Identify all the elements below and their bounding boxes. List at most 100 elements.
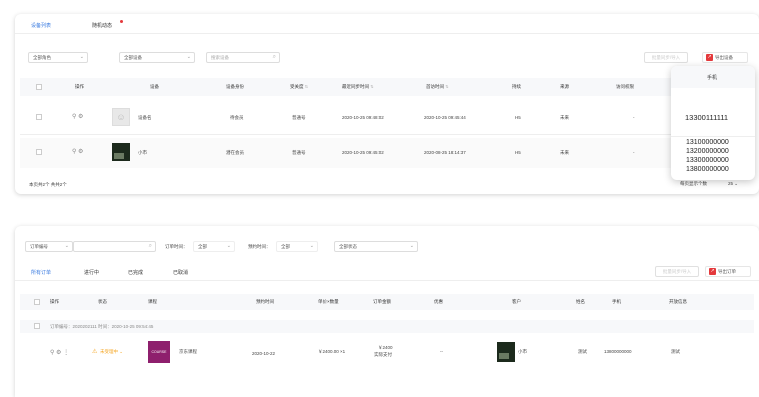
device-duration: H5 (515, 150, 521, 155)
order-group-info: 订单编号：2020202111 时间：2020-10-25 09:54:45 (50, 324, 154, 329)
order-table-header: 操作 状态 课程 预约时间 单价×数量 订单金额 优惠 客户 姓名 手机 开放信… (20, 294, 754, 310)
device-first-visit: 2020-08-25 18:14:37 (424, 150, 466, 155)
course-thumbnail: COURSE (148, 341, 170, 363)
role-filter-select[interactable]: 全部角色 ⌄ (28, 52, 88, 63)
table-footer-count: 本页共2个 共共2个 (29, 182, 67, 187)
row-divider (20, 134, 754, 135)
popup-divider (671, 136, 755, 137)
export-orders-label: 导出订单 (718, 269, 736, 274)
device-filter-select[interactable]: 全部设备 ⌄ (119, 52, 195, 63)
tab-random-activity[interactable]: 随机动态 (92, 22, 112, 29)
export-devices-label: 导出设备 (715, 55, 733, 60)
order-group-row: 订单编号：2020202111 时间：2020-10-25 09:54:45 (20, 320, 754, 333)
group-checkbox[interactable] (34, 323, 40, 329)
order-amount: ￥2400 (378, 345, 393, 350)
customer-avatar (497, 342, 515, 362)
col-actions: 操作 (75, 84, 84, 89)
col-last-sync: 最近同步时间 ⇅ (342, 78, 374, 96)
pay-time-label: 预约时间： (248, 244, 271, 249)
sort-icon[interactable]: ⇅ (370, 84, 373, 89)
course-name: 京东课程 (179, 349, 197, 354)
device-role: 待会员 (230, 115, 244, 120)
tab-all-orders[interactable]: 所有订单 (31, 269, 52, 281)
customer-name: 小市 (518, 349, 527, 354)
export-orders-button[interactable]: ↗ 导出订单 (705, 266, 751, 277)
order-list-card: 订单编号 ⌄ ⌕ 订单时间： 全部 ⌄ 预约时间： 全部 ⌄ 全部状态 ⌄ 所有… (15, 226, 759, 397)
device-name: 设备名 (138, 115, 152, 120)
select-all-checkbox[interactable] (36, 84, 42, 90)
device-source: 未来 (560, 150, 569, 155)
status-filter-value: 全部状态 (339, 244, 357, 249)
device-filter-value: 全部设备 (124, 55, 142, 60)
table-row[interactable]: ⚲ ⚙ ☺ 设备名 待会员 普通号 2020-10-25 09:48:02 20… (20, 103, 754, 133)
status-filter-select[interactable]: 全部状态 ⌄ (334, 241, 418, 252)
table-row[interactable]: ⚲ ⚙ ⋮ ⚠ 未受理中 ⌄ COURSE 京东课程 2020-10-22 ￥2… (20, 336, 754, 370)
view-icon[interactable]: ⚲ ⚙ (72, 148, 83, 155)
tab-device-list[interactable]: 设备列表 (31, 22, 52, 34)
device-table-header: 操作 设备 设备身份 受关度 ⇅ 最近同步时间 ⇅ 首访时间 ⇅ 持续 来源 访… (20, 78, 754, 96)
order-status-label: 未受理中 (100, 349, 118, 354)
col-duration: 持续 (512, 84, 521, 89)
device-list-card: 设备列表 随机动态 全部角色 ⌄ 全部设备 ⌄ 搜索设备 ⌕ 批量同步/导入 ↗… (15, 14, 759, 194)
device-first-visit: 2020-10-25 09:45:44 (424, 115, 466, 120)
avatar-accent (114, 153, 124, 159)
row-action-icons[interactable]: ⚲ ⚙ ⋮ (50, 349, 69, 356)
select-all-checkbox[interactable] (34, 299, 40, 305)
order-amount-sub: 实际支付 (374, 352, 392, 357)
chevron-down-icon: ⌄ (409, 243, 414, 249)
device-role: 潜在会员 (226, 150, 244, 155)
order-number-select[interactable]: 订单编号 ⌄ (25, 241, 73, 252)
order-number-select-value: 订单编号 (30, 244, 48, 249)
col-source: 来源 (560, 84, 569, 89)
device-name: 小市 (138, 150, 147, 155)
popup-phone-3: 13300000000 (686, 157, 729, 164)
search-icon: ⌕ (272, 54, 276, 60)
col-customer: 客户 (512, 299, 521, 304)
status-warn-icon: ⚠ (92, 349, 98, 355)
popup-phone-2: 13200000000 (686, 148, 729, 155)
export-icon: ↗ (706, 54, 713, 61)
order-time-select[interactable]: 全部 ⌄ (193, 241, 235, 252)
order-status[interactable]: 未受理中 ⌄ (100, 349, 123, 355)
row-checkbox[interactable] (36, 114, 42, 120)
sort-icon[interactable]: ⇅ (305, 84, 308, 89)
sort-icon[interactable]: ⇅ (445, 84, 448, 89)
tab-in-progress[interactable]: 进行中 (84, 269, 99, 276)
tab-cancelled[interactable]: 已取消 (173, 269, 188, 276)
view-icon[interactable]: ⚲ ⚙ (72, 113, 83, 120)
search-icon: ⌕ (148, 243, 152, 249)
course-thumbnail-text: COURSE (151, 350, 167, 354)
col-level: 受关度 ⇅ (290, 78, 308, 96)
device-last-sync: 2020-10-25 09:45:02 (342, 150, 384, 155)
batch-import-button[interactable]: 批量同步/导入 (655, 266, 699, 277)
col-role: 设备身份 (226, 84, 244, 89)
row-checkbox[interactable] (36, 149, 42, 155)
contact-phone: 13800000000 (604, 349, 632, 354)
device-avatar (112, 143, 130, 161)
batch-import-button[interactable]: 批量同步/导入 (644, 52, 688, 63)
open-info: 测试 (671, 349, 680, 354)
col-permission: 访问权限 (616, 84, 634, 89)
table-row[interactable]: ⚲ ⚙ 小市 潜在会员 普通号 2020-10-25 09:45:02 2020… (20, 138, 754, 168)
pay-time-select[interactable]: 全部 ⌄ (276, 241, 318, 252)
device-source: 未来 (560, 115, 569, 120)
col-actions: 操作 (50, 299, 59, 304)
page-size-select[interactable]: 25 ⌄ (728, 181, 738, 187)
device-search-input[interactable]: 搜索设备 ⌕ (206, 52, 280, 63)
col-amount: 订单金额 (373, 299, 391, 304)
device-permission: - (633, 115, 635, 120)
device-permission: - (633, 150, 635, 155)
col-open-info: 开放信息 (669, 299, 687, 304)
chevron-down-icon: ⌄ (186, 54, 191, 60)
order-search-input[interactable]: ⌕ (73, 241, 156, 252)
col-first-visit: 首访时间 ⇅ (426, 78, 449, 96)
tab-completed[interactable]: 已完成 (128, 269, 143, 276)
chevron-down-icon: ⌄ (309, 243, 314, 249)
col-device: 设备 (150, 84, 159, 89)
export-devices-button[interactable]: ↗ 导出设备 (702, 52, 748, 63)
chevron-down-icon: ⌄ (226, 243, 231, 249)
device-level: 普通号 (292, 115, 306, 120)
contact-name: 测试 (578, 349, 587, 354)
col-price: 单价×数量 (318, 299, 339, 304)
col-name: 姓名 (576, 299, 585, 304)
